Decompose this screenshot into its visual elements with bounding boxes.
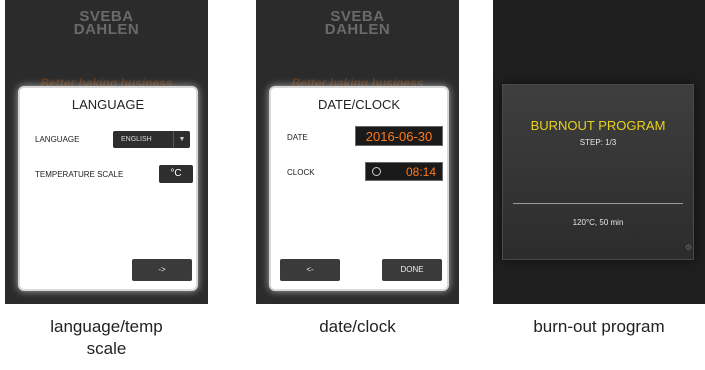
burnout-panel: BURNOUT PROGRAM STEP: 1/3 120°C, 50 min … bbox=[502, 84, 694, 260]
burnout-step: STEP: 1/3 bbox=[579, 138, 617, 147]
caption-language: language/temp scale bbox=[50, 317, 163, 358]
chevron-down-icon: ▼ bbox=[173, 131, 190, 148]
burnout-screen: BURNOUT PROGRAM STEP: 1/3 120°C, 50 min … bbox=[493, 0, 705, 304]
clock-field[interactable]: 08:14 bbox=[365, 162, 443, 181]
caption-burnout: burn-out program bbox=[533, 317, 665, 336]
language-dialog: LANGUAGE LANGUAGE ENGLISH ▼ TEMPERATURE … bbox=[18, 86, 198, 291]
clock-label: CLOCK bbox=[287, 168, 315, 177]
caption-date-clock: date/clock bbox=[319, 317, 396, 336]
language-screen: SVEBA DAHLEN Better baking business LANG… bbox=[5, 0, 208, 304]
temperature-scale-label: TEMPERATURE SCALE bbox=[35, 170, 124, 179]
temperature-scale-button[interactable]: °C bbox=[159, 165, 193, 183]
back-button[interactable]: <- bbox=[280, 259, 340, 281]
language-dropdown[interactable]: ENGLISH ▼ bbox=[113, 131, 190, 148]
clock-value: 08:14 bbox=[405, 165, 436, 179]
brand-logo: SVEBA DAHLEN bbox=[73, 8, 140, 38]
language-label: LANGUAGE bbox=[35, 135, 80, 144]
language-value: ENGLISH bbox=[121, 136, 152, 143]
next-button[interactable]: -> bbox=[132, 259, 192, 281]
done-button[interactable]: DONE bbox=[382, 259, 442, 281]
burnout-title: BURNOUT PROGRAM bbox=[530, 118, 666, 133]
divider bbox=[513, 203, 683, 204]
gear-icon[interactable]: ⚙ bbox=[685, 243, 692, 252]
dialog-title: LANGUAGE bbox=[71, 97, 145, 112]
dialog-title: DATE/CLOCK bbox=[317, 97, 401, 112]
burnout-info: 120°C, 50 min bbox=[572, 218, 624, 227]
date-clock-dialog: DATE/CLOCK DATE 2016-06-30 CLOCK 08:14 <… bbox=[269, 86, 449, 291]
date-clock-screen: SVEBA DAHLEN Better baking business DATE… bbox=[256, 0, 459, 304]
date-label: DATE bbox=[287, 133, 308, 142]
date-field[interactable]: 2016-06-30 bbox=[355, 126, 443, 146]
clock-icon bbox=[372, 167, 381, 176]
brand-logo: SVEBA DAHLEN bbox=[324, 8, 391, 38]
